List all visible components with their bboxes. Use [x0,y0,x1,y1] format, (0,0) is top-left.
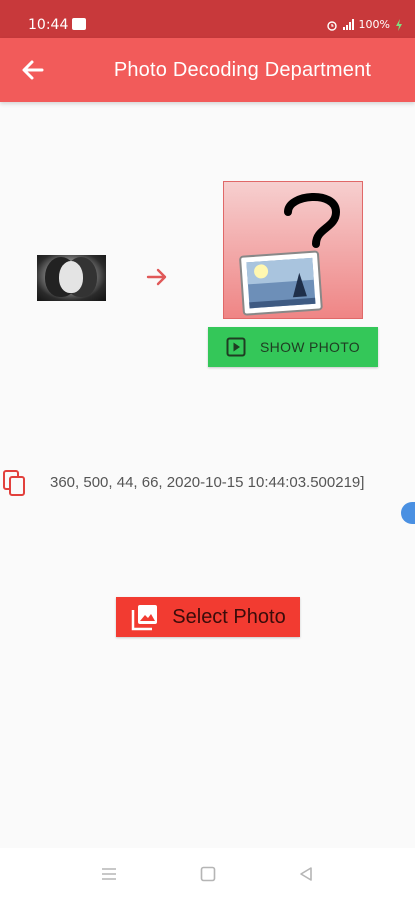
copy-button[interactable] [2,469,28,497]
select-photo-label: Select Photo [172,605,286,628]
play-square-icon [226,337,246,357]
status-indicators: 100% [326,18,403,31]
arrow-left-icon [22,60,44,80]
page-title: Photo Decoding Department [113,59,372,81]
charging-icon [396,18,402,31]
image-question-icon [239,193,341,316]
triangle-back-icon [300,867,312,881]
source-photo-thumbnail[interactable] [37,255,106,301]
menu-lines-icon [102,868,116,880]
decoded-result-text: 360, 500, 44, 66, 2020-10-15 10:44:03.50… [50,474,365,491]
nav-menu-button[interactable] [100,865,118,883]
decoded-photo-placeholder [223,181,363,319]
battery-level: 100% [358,18,390,31]
show-photo-label: SHOW PHOTO [260,339,360,355]
photo-library-icon [132,605,158,631]
square-icon [200,866,216,882]
status-time: 10:44 [28,17,69,33]
show-photo-button[interactable]: SHOW PHOTO [208,327,378,367]
photo-face [59,261,83,293]
app-bar: Photo Decoding Department [0,38,415,102]
copy-icon [3,470,25,496]
nav-home-button[interactable] [199,865,217,883]
nav-back-button[interactable] [297,865,315,883]
system-nav-bar [0,848,415,900]
alarm-icon [326,20,337,31]
signal-icon [342,19,354,30]
arrow-right-icon [146,268,167,286]
back-button[interactable] [18,56,48,84]
select-photo-button[interactable]: Select Photo [116,597,300,637]
notification-icon [72,18,86,30]
status-bar: 10:44 100% [0,0,415,38]
text-selection-handle[interactable] [401,502,415,524]
